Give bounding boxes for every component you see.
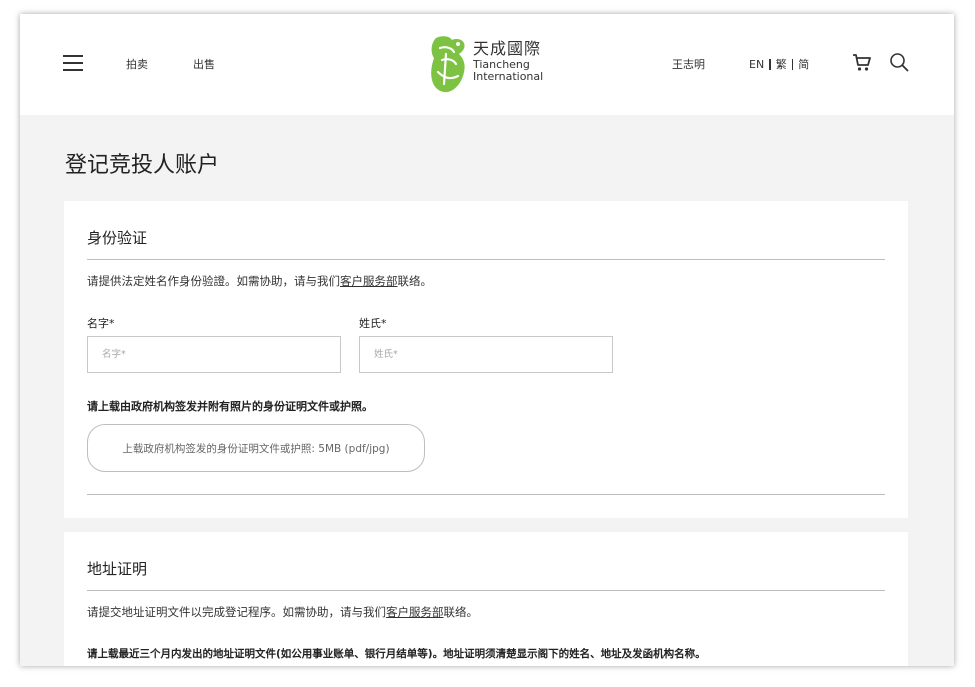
lang-traditional[interactable]: 繁 <box>776 56 787 72</box>
cart-icon[interactable] <box>852 52 872 72</box>
site-logo[interactable]: 天成國際 Tiancheng International <box>428 34 550 94</box>
lang-en[interactable]: EN <box>749 58 764 71</box>
lang-simplified[interactable]: 简 <box>798 56 809 72</box>
address-proof-section: 地址证明 请提交地址证明文件以完成登记程序。如需协助，请与我们客户服务部联络。 … <box>64 532 908 666</box>
identity-section-title: 身份验证 <box>87 229 148 247</box>
address-section-title: 地址证明 <box>87 560 148 578</box>
first-name-input[interactable] <box>87 336 341 373</box>
logo-chinese: 天成國際 <box>473 39 542 58</box>
logo-mark-icon <box>431 36 465 93</box>
customer-service-link[interactable]: 客户服务部 <box>340 274 398 288</box>
section-divider <box>87 494 885 495</box>
logo-english-2: International <box>473 70 544 83</box>
nav-sell[interactable]: 出售 <box>193 56 215 72</box>
page-title: 登记竞投人账户 <box>65 153 220 178</box>
lang-divider <box>791 58 794 70</box>
menu-icon[interactable] <box>63 55 83 71</box>
id-upload-instruction: 请上载由政府机构签发并附有照片的身份证明文件或护照。 <box>87 400 373 413</box>
last-name-label: 姓氏* <box>359 317 387 330</box>
nav-auction[interactable]: 拍卖 <box>126 56 148 72</box>
search-icon[interactable] <box>889 52 909 72</box>
identity-description: 请提供法定姓名作身份验證。如需协助，请与我们客户服务部联络。 <box>87 274 432 288</box>
section-divider <box>87 590 885 591</box>
customer-service-link[interactable]: 客户服务部 <box>386 605 444 619</box>
user-account-link[interactable]: 王志明 <box>672 56 705 72</box>
browser-viewport: 拍卖 出售 天成國際 Tiancheng International 王志明 E… <box>20 14 954 666</box>
address-description: 请提交地址证明文件以完成登记程序。如需协助，请与我们客户服务部联络。 <box>87 605 478 619</box>
first-name-label: 名字* <box>87 317 115 330</box>
id-upload-button[interactable]: 上载政府机构签发的身份证明文件或护照: 5MB (pdf/jpg) <box>87 424 425 472</box>
identity-verification-section: 身份验证 请提供法定姓名作身份验證。如需协助，请与我们客户服务部联络。 名字* … <box>64 201 908 518</box>
language-switcher: EN 繁 简 <box>749 56 809 72</box>
last-name-input[interactable] <box>359 336 613 373</box>
lang-divider <box>769 58 771 70</box>
section-divider <box>87 259 885 260</box>
address-upload-instruction: 请上载最近三个月内发出的地址证明文件(如公用事业账单、银行月结单等)。地址证明须… <box>87 648 706 660</box>
site-header: 拍卖 出售 天成國際 Tiancheng International 王志明 E… <box>20 14 954 115</box>
